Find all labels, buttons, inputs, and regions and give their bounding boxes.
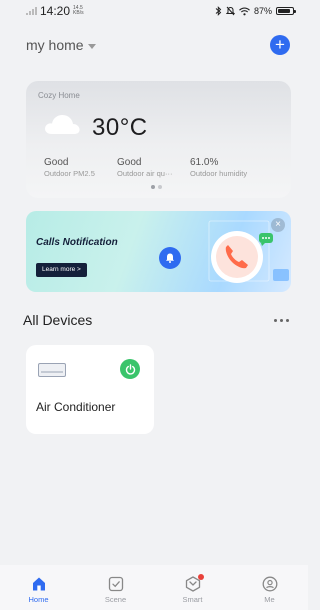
metric-label: Outdoor air qu···: [117, 169, 173, 178]
net-speed: 14.5 KB/s: [73, 6, 84, 16]
tab-label: Home: [28, 595, 49, 604]
weather-home-label: Cozy Home: [38, 91, 80, 100]
plus-icon: +: [275, 35, 285, 54]
metric-value: Good: [117, 157, 142, 168]
device-name: Air Conditioner: [36, 400, 116, 414]
metric-value: Good: [44, 157, 69, 168]
tab-label: Smart: [182, 595, 203, 604]
banner-close-button[interactable]: ×: [271, 218, 285, 232]
wifi-icon: [239, 7, 250, 15]
metric-air-quality: Good Outdoor air qu···: [117, 157, 172, 178]
smart-icon-wrap: [184, 574, 204, 593]
learn-more-button[interactable]: Learn more >: [36, 263, 87, 277]
bottom-tab-bar: Home Scene Smart Me: [0, 565, 308, 610]
signal-icon: [26, 7, 37, 15]
pager-dot: [158, 185, 162, 189]
device-card-air-conditioner[interactable]: Air Conditioner: [26, 345, 154, 434]
battery-icon: [276, 7, 296, 15]
calls-notification-banner[interactable]: Calls Notification Learn more > ×: [26, 211, 291, 292]
tab-scene[interactable]: Scene: [89, 575, 143, 604]
tab-label: Scene: [104, 595, 127, 604]
tab-smart[interactable]: Smart: [166, 574, 220, 604]
power-icon: [125, 363, 135, 375]
weather-card[interactable]: Cozy Home 30°C Good Outdoor PM2.5 Good O…: [26, 81, 291, 198]
metric-pm25: Good Outdoor PM2.5: [44, 157, 95, 178]
air-conditioner-icon: [38, 363, 66, 377]
metric-label: Outdoor PM2.5: [44, 169, 95, 178]
devices-title: All Devices: [23, 312, 93, 328]
tab-label: Me: [264, 595, 275, 604]
metric-humidity: 61.0% Outdoor humidity: [190, 157, 247, 178]
add-button[interactable]: +: [270, 35, 290, 55]
more-options-icon[interactable]: [274, 318, 289, 322]
net-speed-unit: KB/s: [73, 10, 84, 16]
caret-down-icon: [87, 43, 96, 49]
status-left: 14:20 14.5 KB/s: [26, 4, 84, 18]
temperature: 30°C: [92, 114, 148, 141]
metric-value: 61.0%: [190, 157, 219, 168]
me-icon: [262, 576, 277, 592]
home-header: my home +: [26, 34, 290, 56]
battery-percent: 87%: [253, 6, 272, 16]
tab-home[interactable]: Home: [12, 575, 66, 604]
scene-icon: [108, 576, 123, 592]
tab-me[interactable]: Me: [243, 575, 297, 604]
bell-icon: [159, 247, 181, 269]
home-icon: [32, 577, 45, 591]
bluetooth-icon: [215, 6, 222, 16]
status-right: 87%: [215, 6, 296, 16]
devices-header: All Devices: [23, 310, 289, 330]
status-bar: 14:20 14.5 KB/s 87%: [0, 0, 308, 22]
cloud-icon: [45, 115, 80, 134]
home-name: my home: [26, 37, 84, 53]
clock: 14:20: [40, 4, 71, 18]
pager-dot: [151, 185, 155, 189]
metric-label: Outdoor humidity: [190, 169, 248, 178]
home-selector[interactable]: my home: [26, 37, 96, 53]
mute-icon: [225, 6, 235, 16]
power-button[interactable]: [120, 359, 140, 379]
notification-dot: [197, 574, 204, 580]
pager-dots: [151, 185, 162, 189]
banner-title: Calls Notification: [36, 237, 118, 248]
